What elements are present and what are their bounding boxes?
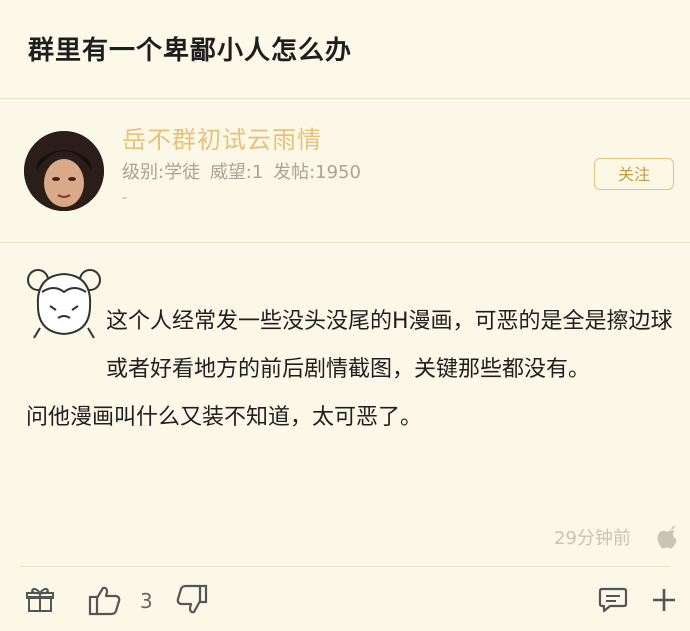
author-signature: -	[122, 190, 128, 206]
plus-icon[interactable]	[650, 586, 678, 614]
author-prestige: 威望:1	[209, 162, 264, 183]
author-nickname[interactable]: 岳不群初试云雨情	[122, 120, 322, 155]
post-content-line-2: 问他漫画叫什么又装不知道，太可恶了。	[26, 405, 423, 430]
thumbs-down-icon[interactable]	[176, 584, 208, 616]
apple-icon	[657, 525, 677, 549]
title-bar: 群里有一个卑鄙小人怎么办	[0, 0, 690, 99]
author-posts: 发帖:1950	[273, 162, 361, 183]
footer-divider	[20, 566, 670, 567]
author-meta: 级别:学徒 威望:1 发帖:1950	[122, 158, 365, 184]
like-count: 3	[140, 589, 153, 613]
thumbs-up-icon[interactable]	[88, 584, 122, 616]
avatar[interactable]	[24, 131, 104, 211]
author-level: 级别:学徒	[122, 162, 201, 183]
avatar-image	[24, 131, 104, 211]
post-content: 这个人经常发一些没头没尾的H漫画，可恶的是全是擦边球或者好看地方的前后剧情截图，…	[26, 298, 676, 442]
follow-button[interactable]: 关注	[594, 158, 674, 190]
gift-icon[interactable]	[26, 586, 54, 614]
comment-icon[interactable]	[598, 586, 628, 614]
post-content-line-1: 这个人经常发一些没头没尾的H漫画，可恶的是全是擦边球或者好看地方的前后剧情截图，…	[106, 309, 673, 382]
page-title: 群里有一个卑鄙小人怎么办	[28, 36, 353, 66]
post-time: 29分钟前	[554, 528, 631, 549]
